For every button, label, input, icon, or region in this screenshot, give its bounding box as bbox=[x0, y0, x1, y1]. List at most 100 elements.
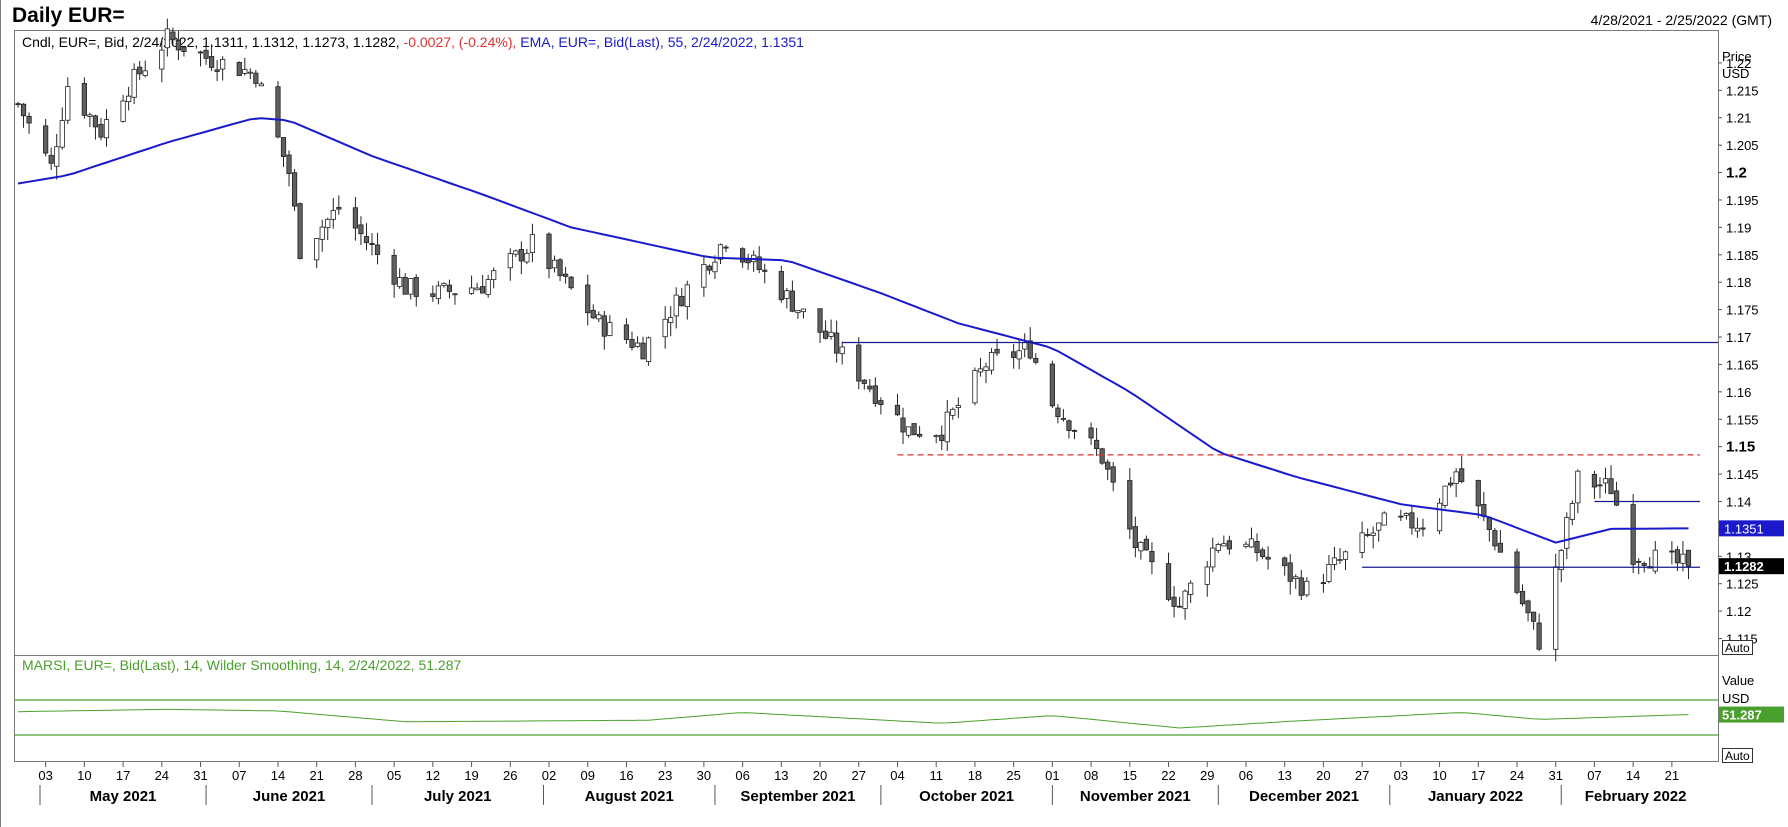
candle-up bbox=[87, 114, 93, 117]
candle-down bbox=[789, 290, 795, 312]
candle-down bbox=[291, 172, 298, 207]
candle-down bbox=[1049, 363, 1055, 407]
candle-up bbox=[800, 308, 807, 313]
candle-down bbox=[208, 56, 215, 68]
candle-down bbox=[900, 417, 906, 433]
candle-down bbox=[1597, 484, 1603, 487]
candle-down bbox=[374, 244, 381, 255]
candle-down bbox=[369, 242, 375, 245]
candle-up bbox=[314, 238, 320, 261]
candle-down bbox=[43, 125, 49, 154]
candle-down bbox=[1365, 534, 1371, 536]
day-tick-label: 10 bbox=[1432, 768, 1446, 783]
candle-up bbox=[242, 68, 248, 74]
rsi-auto-label: Auto bbox=[1725, 749, 1750, 763]
candle-down bbox=[413, 277, 419, 297]
candle-down bbox=[15, 103, 21, 106]
month-label: September 2021 bbox=[740, 788, 855, 805]
candle-down bbox=[137, 66, 143, 75]
candle-down bbox=[1459, 468, 1465, 483]
candle-down bbox=[723, 246, 729, 249]
candle-down bbox=[253, 72, 259, 84]
day-tick-label: 15 bbox=[1123, 768, 1137, 783]
day-tick-label: 07 bbox=[1587, 768, 1601, 783]
price-tick-label: 1.19 bbox=[1726, 220, 1751, 235]
price-tick-label: 1.215 bbox=[1726, 83, 1759, 98]
candle-up bbox=[325, 218, 331, 229]
candle-down bbox=[568, 276, 574, 289]
candle-up bbox=[684, 284, 690, 308]
price-tick-label: 1.16 bbox=[1726, 385, 1751, 400]
candle-down bbox=[894, 404, 901, 416]
candle-up bbox=[1243, 543, 1249, 547]
candle-down bbox=[1641, 563, 1647, 566]
price-tick-label: 1.165 bbox=[1726, 357, 1759, 372]
candle-up bbox=[701, 264, 707, 288]
candle-down bbox=[1420, 527, 1426, 530]
day-tick-label: 07 bbox=[232, 768, 246, 783]
candle-down bbox=[170, 31, 176, 41]
candle-down bbox=[1099, 448, 1105, 464]
candle-up bbox=[485, 279, 491, 295]
candle-up bbox=[905, 426, 912, 436]
candle-down bbox=[762, 269, 768, 272]
candle-down bbox=[358, 224, 364, 235]
candle-down bbox=[629, 339, 635, 348]
candle-up bbox=[972, 370, 978, 404]
candle-down bbox=[623, 324, 630, 340]
month-label: May 2021 bbox=[90, 788, 157, 805]
candle-down bbox=[1636, 560, 1642, 563]
candles-layer bbox=[15, 18, 1692, 662]
candle-down bbox=[1448, 482, 1454, 486]
candle-down bbox=[1011, 351, 1017, 358]
day-tick-label: 13 bbox=[1277, 768, 1291, 783]
candle-down bbox=[20, 103, 27, 117]
day-tick-label: 04 bbox=[890, 768, 904, 783]
candle-up bbox=[983, 366, 989, 371]
candle-up bbox=[1414, 527, 1421, 532]
candle-up bbox=[634, 342, 641, 347]
candle-up bbox=[1188, 582, 1194, 595]
candle-down bbox=[391, 254, 397, 285]
day-tick-label: 31 bbox=[193, 768, 207, 783]
candle-up bbox=[452, 293, 458, 296]
day-tick-label: 29 bbox=[1200, 768, 1214, 783]
price-tick-label: 1.2 bbox=[1726, 165, 1747, 182]
candle-down bbox=[1071, 430, 1078, 432]
candle-down bbox=[1033, 357, 1039, 363]
candle-up bbox=[950, 408, 956, 416]
candle-up bbox=[607, 322, 613, 336]
day-tick-label: 01 bbox=[1045, 768, 1059, 783]
candle-up bbox=[955, 405, 961, 408]
ema-value-tag-text: 1.1351 bbox=[1724, 521, 1764, 536]
candle-down bbox=[1685, 549, 1692, 567]
rsi-layer: Value USD 51.287 Auto bbox=[14, 673, 1784, 763]
price-tick-label: 1.205 bbox=[1726, 138, 1759, 153]
candle-down bbox=[286, 154, 292, 175]
candle-up bbox=[1381, 512, 1387, 526]
lines-layer bbox=[17, 117, 1718, 568]
day-tick-label: 18 bbox=[968, 768, 982, 783]
candle-up bbox=[1370, 532, 1376, 536]
candle-down bbox=[1055, 407, 1061, 418]
candle-up bbox=[673, 294, 679, 317]
candle-down bbox=[585, 284, 591, 314]
candle-up bbox=[1553, 566, 1559, 650]
candle-down bbox=[446, 284, 453, 292]
chart-svg: PriceUSD1.221.2151.211.2051.21.1951.191.… bbox=[0, 0, 1784, 827]
candle-up bbox=[65, 86, 71, 121]
candle-down bbox=[817, 308, 823, 333]
day-tick-label: 06 bbox=[1239, 768, 1253, 783]
rsi-value-tag-text: 51.287 bbox=[1722, 708, 1762, 723]
candle-up bbox=[828, 331, 834, 337]
day-tick-label: 28 bbox=[348, 768, 362, 783]
candle-down bbox=[1259, 549, 1266, 558]
day-tick-label: 11 bbox=[929, 768, 943, 783]
candle-up bbox=[529, 234, 536, 253]
candle-down bbox=[1591, 473, 1598, 488]
candle-up bbox=[1359, 532, 1365, 553]
candle-up bbox=[1138, 541, 1144, 552]
candle-up bbox=[397, 277, 403, 287]
ema-line bbox=[17, 117, 1689, 544]
rsi-axis-title: Value bbox=[1722, 673, 1754, 688]
